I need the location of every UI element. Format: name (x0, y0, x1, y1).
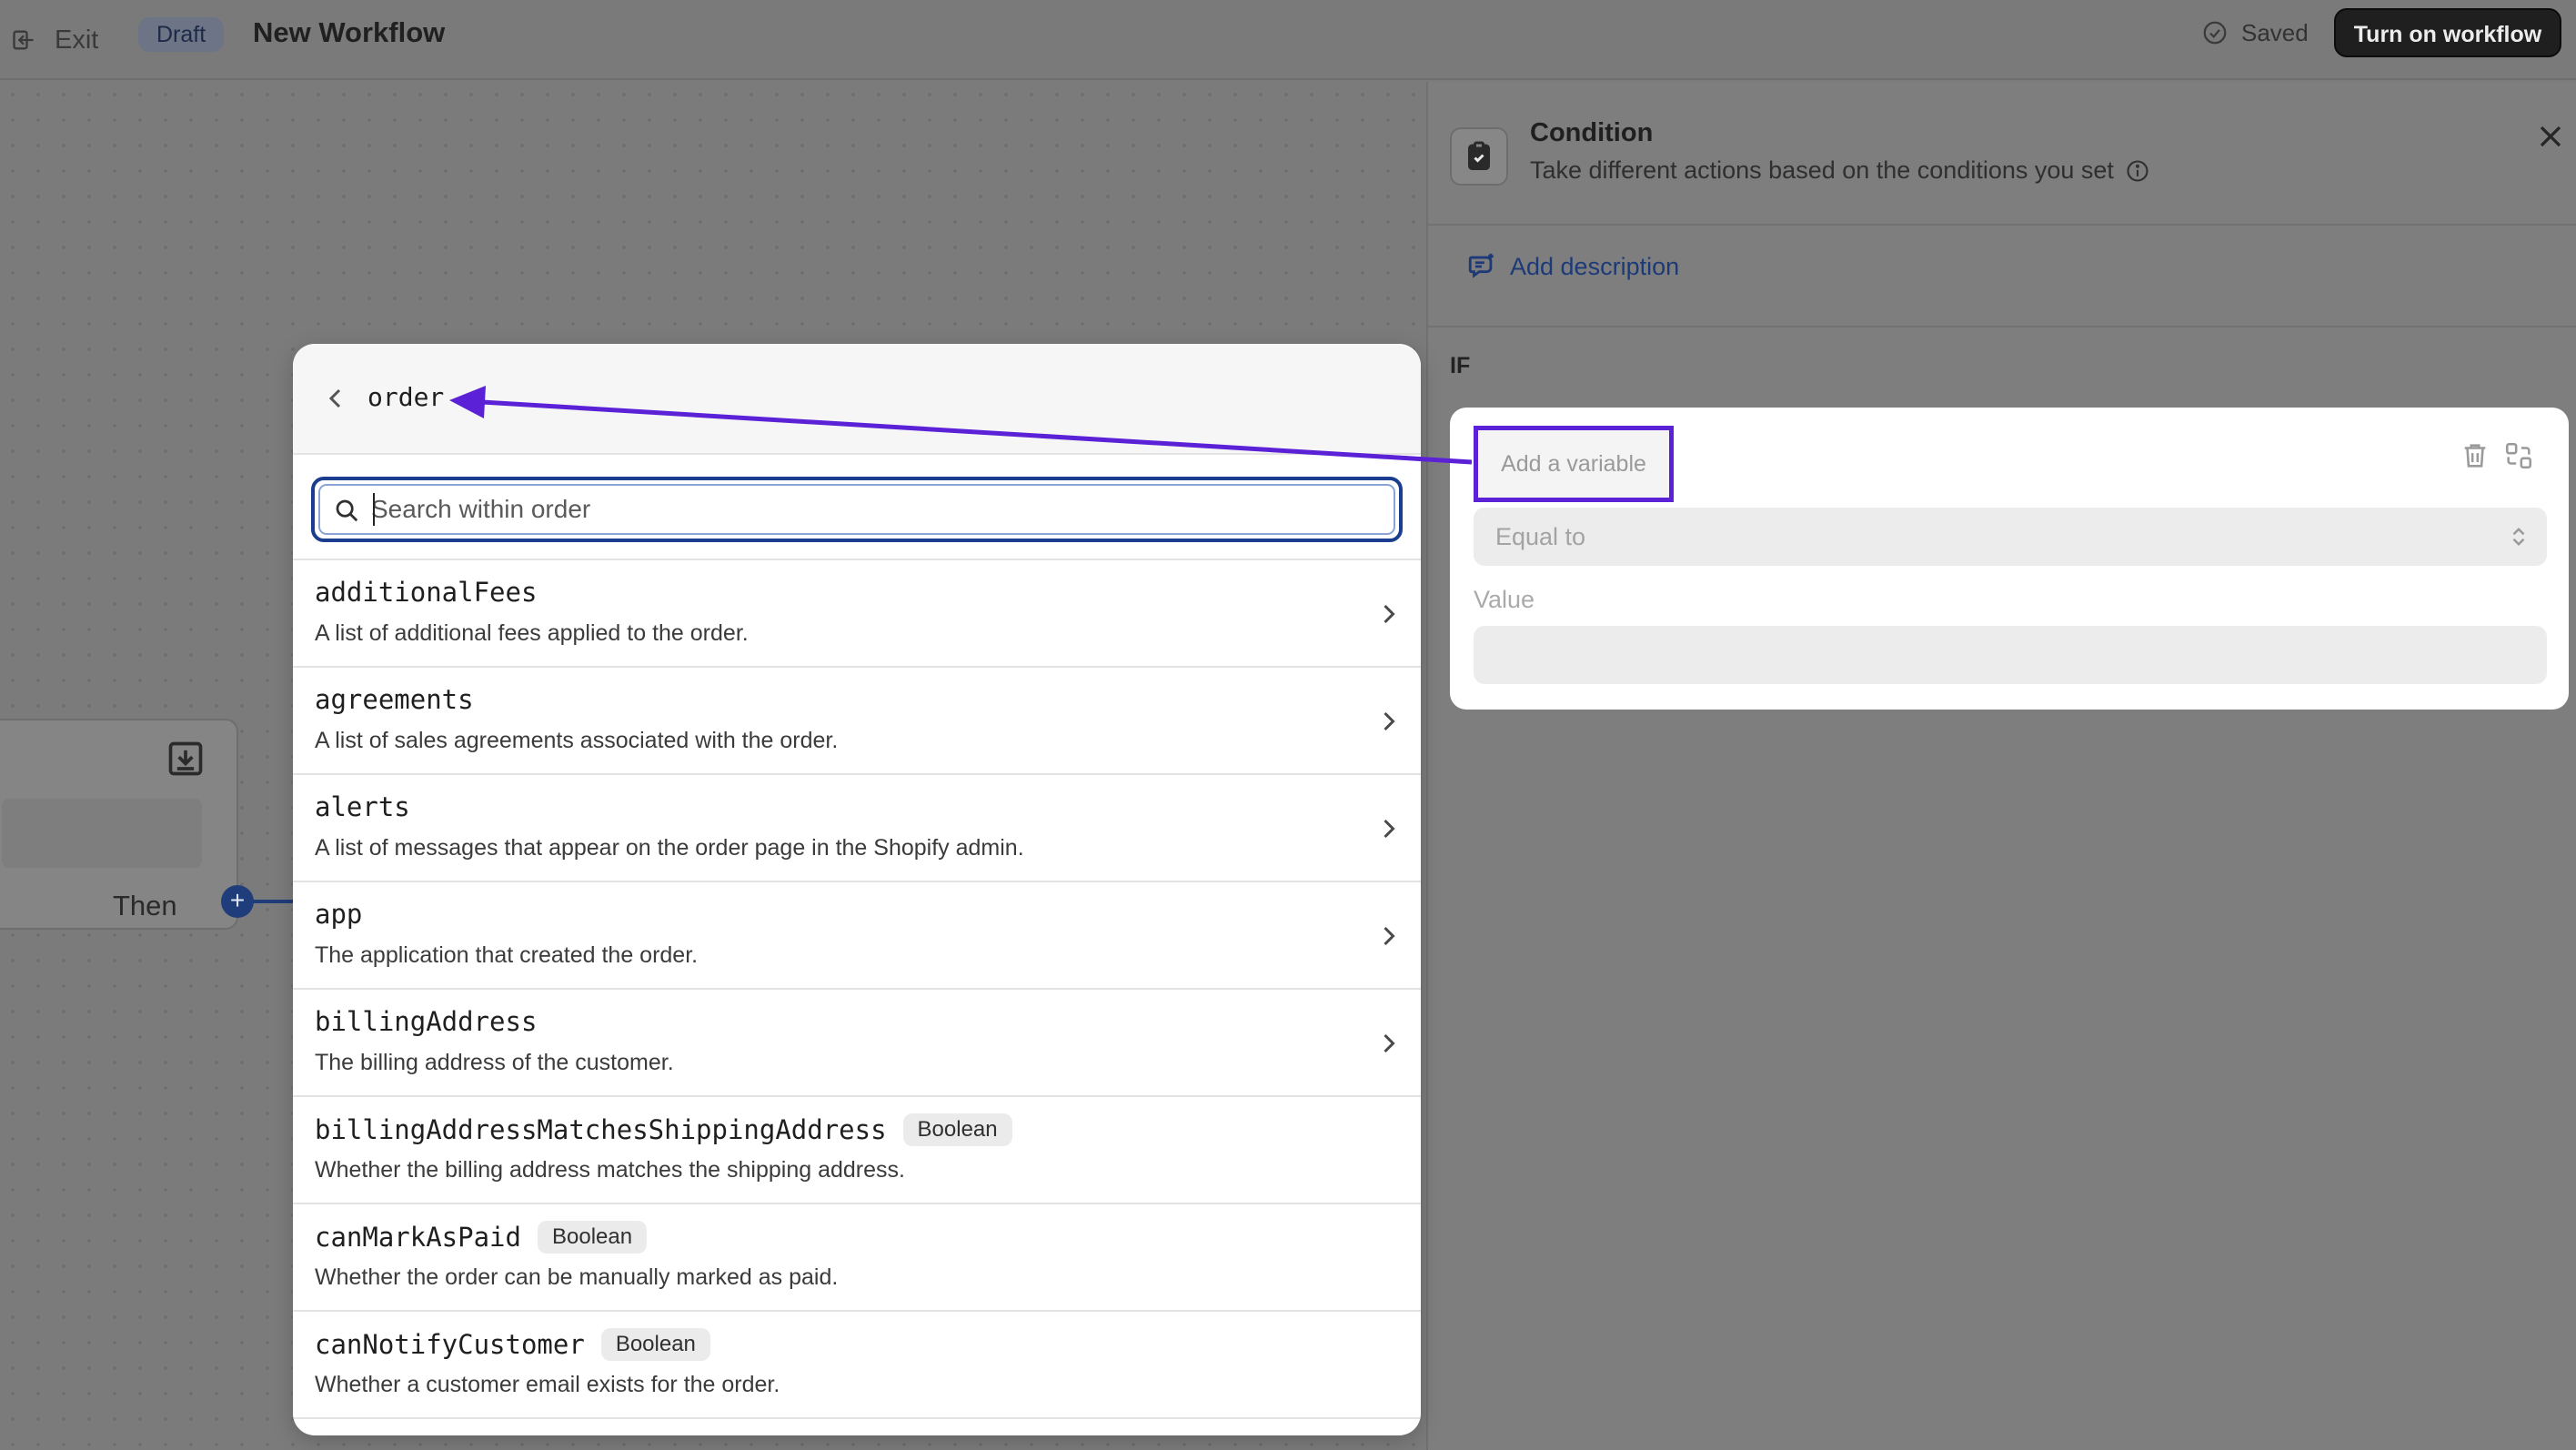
variable-description: A list of messages that appear on the or… (315, 835, 1024, 861)
chevron-updown-icon (2512, 527, 2525, 547)
variable-name: billingAddress (315, 1006, 538, 1037)
variable-name: billingAddressMatchesShippingAddress (315, 1114, 887, 1145)
chevron-right-icon (1384, 711, 1395, 731)
type-badge: Boolean (600, 1328, 710, 1361)
type-badge: Boolean (537, 1221, 648, 1254)
if-label: IF (1450, 353, 1471, 378)
clipboard-check-icon (1450, 127, 1508, 186)
variable-name: canNotifyCustomer (315, 1329, 585, 1360)
variable-row-name: canNotifyCustomer Boolean (315, 1328, 710, 1361)
operator-value: Equal to (1495, 523, 1586, 550)
add-description-label: Add description (1510, 252, 1680, 280)
variable-row[interactable]: canMarkAsPaid Boolean Whether the order ca… (293, 1204, 1421, 1312)
variable-row-name: additionalFees (315, 577, 537, 608)
check-circle-icon (2203, 21, 2227, 45)
search-icon (336, 499, 358, 522)
add-step-button[interactable]: + (221, 885, 254, 918)
saved-label: Saved (2241, 18, 2309, 46)
exit-icon (13, 30, 34, 50)
variable-row-name: agreements (315, 684, 474, 715)
chevron-left-icon[interactable] (320, 382, 353, 415)
trigger-node[interactable]: Then (0, 719, 238, 930)
value-label: Value (1474, 586, 1535, 613)
trash-icon[interactable] (2460, 440, 2490, 471)
divider (1428, 326, 2576, 327)
panel-subtitle-text: Take different actions based on the cond… (1530, 156, 2114, 184)
type-badge: Boolean (902, 1113, 1012, 1146)
variable-name: alerts (315, 791, 410, 822)
variable-name: app (315, 899, 363, 930)
variable-row[interactable]: billingAddressMatchesShippingAddress Bool… (293, 1097, 1421, 1204)
variable-description: The application that created the order. (315, 942, 699, 968)
variable-picker-popover: order additionalFees A list of additional… (293, 344, 1421, 1435)
info-icon[interactable] (2125, 158, 2150, 184)
variable-row-name: billingAddress (315, 1006, 537, 1037)
variable-row[interactable]: canNotifyCustomer Boolean Whether a custom… (293, 1312, 1421, 1419)
variable-description: Whether a customer email exists for the … (315, 1372, 780, 1397)
chevron-right-icon (1384, 819, 1395, 839)
variable-row-name: billingAddressMatchesShippingAddress Bool… (315, 1113, 1012, 1146)
turn-on-workflow-button[interactable]: Turn on workflow (2334, 8, 2561, 57)
text-caret (373, 493, 375, 526)
swap-icon[interactable] (2503, 440, 2534, 471)
top-bar: Exit Draft New Workflow Saved Turn on wo… (0, 0, 2576, 80)
variable-row-name: canMarkAsPaid Boolean (315, 1221, 648, 1254)
variable-row[interactable]: additionalFees A list of additional fees … (293, 560, 1421, 668)
variable-name: additionalFees (315, 577, 538, 608)
trigger-node-body (2, 799, 202, 868)
exit-label: Exit (55, 25, 99, 55)
variable-description: A list of sales agreements associated wi… (315, 728, 839, 753)
divider (1428, 224, 2576, 226)
add-description-button[interactable]: Add description (1466, 251, 1679, 282)
variable-row[interactable]: billingAddress The billing address of the… (293, 990, 1421, 1097)
variable-row[interactable]: agreements A list of sales agreements ass… (293, 668, 1421, 775)
condition-panel: Condition Take different actions based o… (1426, 82, 2576, 1450)
comment-icon (1468, 253, 1494, 278)
condition-card: Add a variable Equal to Value (1450, 408, 2569, 710)
then-label: Then (113, 890, 177, 921)
variable-name: canMarkAsPaid (315, 1222, 521, 1253)
close-icon[interactable] (2532, 118, 2569, 155)
exit-button[interactable]: Exit (11, 16, 98, 64)
variable-row[interactable]: app The application that created the orde… (293, 882, 1421, 990)
chevron-right-icon (1384, 926, 1395, 946)
add-variable-field[interactable]: Add a variable (1474, 426, 1674, 502)
variable-description: The billing address of the customer. (315, 1050, 674, 1075)
search-field[interactable] (311, 477, 1403, 542)
chevron-right-icon (1384, 604, 1395, 624)
panel-subtitle: Take different actions based on the cond… (1530, 156, 2150, 185)
popover-title: order (367, 382, 445, 412)
operator-select[interactable]: Equal to (1474, 508, 2547, 566)
variable-row[interactable]: alerts A list of messages that appear on … (293, 775, 1421, 882)
variable-description: A list of additional fees applied to the… (315, 620, 749, 646)
popover-header: order (293, 344, 1421, 455)
variable-name: agreements (315, 684, 474, 715)
variable-list: additionalFees A list of additional fees … (293, 559, 1421, 1419)
variable-row-name: app (315, 899, 362, 930)
value-input[interactable] (1474, 626, 2547, 684)
connector-line (253, 900, 295, 903)
download-icon (168, 741, 203, 776)
saved-status: Saved (2201, 16, 2309, 49)
variable-description: Whether the billing address matches the … (315, 1157, 905, 1183)
workflow-title[interactable]: New Workflow (253, 15, 445, 51)
panel-title: Condition (1530, 118, 1654, 147)
variable-description: Whether the order can be manually marked… (315, 1264, 839, 1290)
variable-row-name: alerts (315, 791, 410, 822)
draft-badge: Draft (138, 17, 225, 52)
search-input[interactable] (371, 489, 1372, 529)
chevron-right-icon (1384, 1033, 1395, 1053)
